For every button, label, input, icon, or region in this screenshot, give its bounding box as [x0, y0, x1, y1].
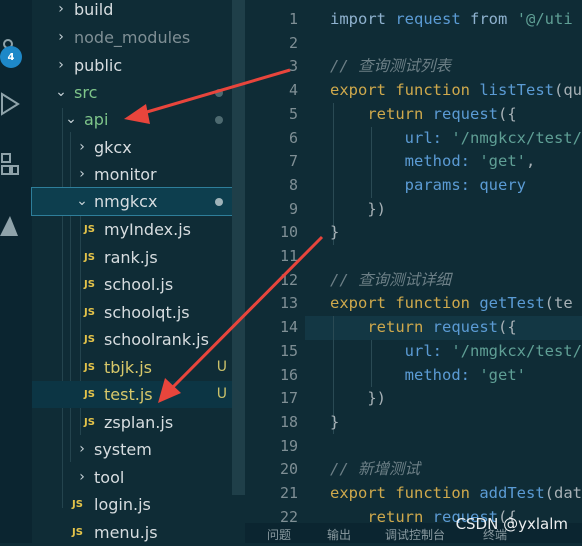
tree-item-school-js[interactable]: JS school.js	[32, 271, 245, 298]
tree-item-login-js[interactable]: JS login.js	[32, 491, 245, 518]
tree-item-src[interactable]: ⌄ src	[32, 79, 245, 106]
tree-item-myindex-js[interactable]: JS myIndex.js	[32, 216, 245, 243]
code-line-3: // 查询测试列表	[330, 57, 451, 75]
js-file-icon: JS	[84, 224, 95, 235]
code-line-5: return request({	[367, 105, 517, 123]
code-line-12: // 查询测试详细	[330, 271, 451, 289]
tree-item-test-js[interactable]: JS test.js U	[32, 381, 245, 408]
chevron-right-icon: ›	[79, 469, 85, 485]
code-line-20: // 新增测试	[330, 460, 420, 478]
tree-item-api[interactable]: ⌄ api	[32, 106, 245, 133]
js-file-icon: JS	[84, 252, 95, 263]
tab-debug-console[interactable]: 调试控制台	[385, 526, 445, 543]
code-line-16: method: 'get'	[404, 366, 526, 384]
chevron-right-icon: ›	[58, 57, 64, 73]
line-number: 3	[288, 57, 298, 75]
code-line-8: params: query	[404, 176, 526, 194]
tab-output[interactable]: 输出	[327, 526, 351, 543]
git-status-badge: U	[216, 386, 227, 402]
chevron-down-icon: ⌄	[76, 193, 88, 209]
js-file-icon: JS	[84, 417, 95, 428]
code-line-21: export function addTest(dat	[330, 484, 582, 502]
code-line-6: url: '/nmgkcx/test/	[404, 129, 582, 147]
extensions-icon[interactable]	[0, 146, 32, 186]
code-line-1: import request from '@/uti	[330, 10, 573, 28]
line-number: 16	[279, 366, 298, 384]
code-line-10: }	[330, 223, 340, 241]
line-number: 21	[279, 484, 298, 502]
code-line-9: })	[367, 200, 386, 218]
tree-item-nmgkcx[interactable]: ⌄ nmgkcx	[31, 187, 246, 216]
tree-item-rank-js[interactable]: JS rank.js	[32, 244, 245, 271]
tree-item-monitor[interactable]: › monitor	[32, 161, 245, 188]
tree-item-public[interactable]: › public	[32, 52, 245, 79]
line-number: 5	[288, 105, 298, 123]
code-line-15: url: '/nmgkcx/test/	[404, 342, 582, 360]
line-number: 15	[279, 342, 298, 360]
tree-item-tbjk-js[interactable]: JS tbjk.js U	[32, 354, 245, 381]
tree-item-node-modules[interactable]: › node_modules	[32, 24, 245, 51]
file-explorer: › build › node_modules › public ⌄ src ⌄ …	[31, 0, 246, 546]
line-number: 20	[279, 460, 298, 478]
chevron-right-icon: ›	[79, 166, 85, 182]
line-number: 17	[279, 389, 298, 407]
chevron-right-icon: ›	[58, 1, 64, 17]
js-file-icon: JS	[84, 334, 95, 345]
azure-icon[interactable]	[0, 206, 32, 246]
line-number: 11	[279, 247, 298, 265]
line-number: 9	[288, 200, 298, 218]
chevron-down-icon: ⌄	[65, 111, 77, 127]
code-line-7: method: 'get',	[404, 152, 536, 170]
tree-item-gkcx[interactable]: › gkcx	[32, 134, 245, 161]
line-number: 2	[288, 34, 298, 52]
line-number: 7	[288, 152, 298, 170]
code-line-18: }	[330, 413, 340, 431]
modified-dot	[215, 116, 223, 124]
code-line-13: export function getTest(te	[330, 294, 573, 312]
watermark: CSDN @yxlalm	[455, 515, 568, 533]
line-number: 18	[279, 413, 298, 431]
code-line-17: })	[367, 389, 386, 407]
code-line-14: return request({	[367, 318, 517, 336]
chevron-down-icon: ⌄	[55, 84, 67, 100]
tree-item-schoolqt-js[interactable]: JS schoolqt.js	[32, 299, 245, 326]
line-number: 13	[279, 294, 298, 312]
js-file-icon: JS	[84, 389, 95, 400]
notification-badge: 4	[0, 46, 22, 68]
js-file-icon: JS	[72, 499, 83, 510]
tab-problems[interactable]: 问题	[267, 526, 291, 543]
line-number: 8	[288, 176, 298, 194]
js-file-icon: JS	[84, 279, 95, 290]
chevron-right-icon: ›	[79, 139, 85, 155]
line-number: 6	[288, 129, 298, 147]
tree-item-tool[interactable]: › tool	[32, 464, 245, 491]
line-number: 1	[288, 10, 298, 28]
line-number: 12	[279, 271, 298, 289]
line-number: 10	[279, 223, 298, 241]
chevron-right-icon: ›	[58, 29, 64, 45]
activity-bar: 4	[0, 0, 32, 543]
modified-dot	[215, 89, 223, 97]
explorer-scrollbar[interactable]	[232, 0, 245, 495]
tree-item-build[interactable]: › build	[32, 0, 245, 23]
chevron-right-icon: ›	[79, 441, 85, 457]
js-file-icon: JS	[84, 307, 95, 318]
js-file-icon: JS	[84, 362, 95, 373]
tree-item-schoolrank-js[interactable]: JS schoolrank.js	[32, 326, 245, 353]
js-file-icon: JS	[72, 527, 83, 538]
line-number: 4	[288, 81, 298, 99]
line-number: 19	[279, 437, 298, 455]
git-status-badge: U	[216, 359, 227, 375]
run-debug-icon[interactable]	[0, 86, 32, 126]
code-editor[interactable]: 1 2 3 4 5 6 7 8 9 10 11 12 13 14 15 16 1…	[245, 0, 582, 543]
tree-item-zsplan-js[interactable]: JS zsplan.js	[32, 409, 245, 436]
tree-item-menu-js[interactable]: JS menu.js	[32, 519, 245, 546]
code-line-4: export function listTest(qu	[330, 81, 582, 99]
tree-item-system[interactable]: › system	[32, 436, 245, 463]
modified-dot	[215, 198, 223, 206]
line-number: 14	[279, 318, 298, 336]
